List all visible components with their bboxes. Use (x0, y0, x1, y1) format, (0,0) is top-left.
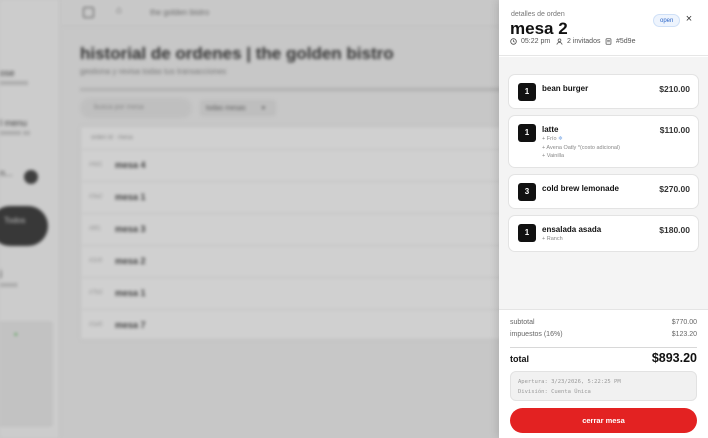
user-icon (556, 38, 563, 45)
item-name: ensalada asada (542, 225, 602, 234)
order-id: #5d9e (605, 38, 635, 45)
split-mode-text: División: Cuenta Única (518, 388, 591, 395)
item-modifier: + Avena Oatly *(costo adicional) (542, 144, 621, 151)
order-time: 05:22 pm (510, 38, 550, 45)
tax-row: impuestos (16%) $123.20 (510, 331, 697, 338)
qty-badge: 3 (518, 183, 536, 201)
clock-icon (510, 38, 517, 45)
item-modifier: + Frío ❄ (542, 136, 563, 142)
subtotal-label: subtotal (510, 319, 535, 326)
item-modifier: + Ranch (542, 236, 563, 242)
order-summary: subtotal $770.00 impuestos (16%) $123.20… (499, 309, 708, 438)
opened-at-text: Apertura: 3/23/2026, 5:22:25 PM (518, 379, 621, 385)
status-badge: open (653, 14, 681, 27)
tax-label: impuestos (16%) (510, 331, 563, 338)
drawer-eyebrow: detalles de orden (511, 11, 565, 18)
order-details-drawer: detalles de orden mesa 2 open × 05:22 pm… (499, 0, 708, 438)
item-modifier-text: + Frío (542, 136, 557, 142)
drawer-header: detalles de orden mesa 2 open × 05:22 pm… (499, 0, 708, 56)
subtotal-row: subtotal $770.00 (510, 319, 697, 326)
order-item[interactable]: 1 latte $110.00 + Frío ❄ + Avena Oatly *… (508, 115, 699, 168)
order-item[interactable]: 1 bean burger $210.00 (508, 74, 699, 109)
item-price: $210.00 (659, 84, 690, 94)
item-price: $270.00 (659, 184, 690, 194)
order-id-text: #5d9e (616, 38, 636, 45)
order-item[interactable]: 3 cold brew lemonade $270.00 (508, 174, 699, 209)
drawer-title: mesa 2 (510, 19, 568, 38)
item-price: $110.00 (659, 125, 690, 135)
order-guests: 2 invitados (556, 38, 600, 45)
item-name: latte (542, 125, 559, 134)
close-table-button[interactable]: cerrar mesa (510, 408, 697, 433)
item-price: $180.00 (659, 225, 690, 235)
close-button[interactable]: × (683, 14, 695, 26)
total-label: total (510, 354, 529, 364)
qty-badge: 1 (518, 124, 536, 142)
item-name: cold brew lemonade (542, 184, 619, 193)
total-row: total $893.20 (510, 347, 697, 365)
item-modifier: + Vainilla (542, 153, 565, 159)
order-item[interactable]: 1 ensalada asada $180.00 + Ranch (508, 215, 699, 252)
order-time-text: 05:22 pm (521, 38, 551, 45)
receipt-icon (605, 38, 612, 45)
snowflake-icon: ❄ (558, 136, 563, 142)
total-value: $893.20 (651, 351, 697, 365)
item-name: bean burger (542, 84, 589, 93)
tax-value: $123.20 (671, 331, 697, 338)
order-items-list: 1 bean burger $210.00 1 latte $110.00 + … (499, 57, 708, 309)
order-guests-text: 2 invitados (567, 38, 601, 45)
qty-badge: 1 (518, 224, 536, 242)
subtotal-value: $770.00 (671, 319, 697, 326)
order-notes: Apertura: 3/23/2026, 5:22:25 PM División… (510, 371, 697, 401)
qty-badge: 1 (518, 83, 536, 101)
